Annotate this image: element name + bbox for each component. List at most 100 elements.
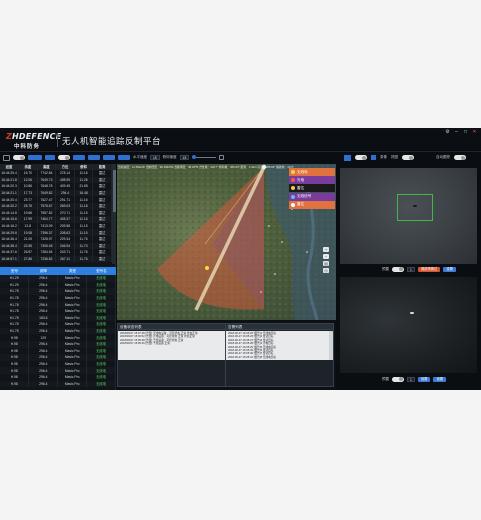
table-row[interactable]: H1.78 296.4 Mavic Pro 无线电 bbox=[0, 288, 116, 295]
table-cell: 雷达 bbox=[92, 229, 112, 236]
table-cell: 409.49 bbox=[55, 183, 75, 190]
track-table-scrollbar[interactable] bbox=[112, 164, 116, 264]
settings-icon[interactable]: ⚙ bbox=[445, 130, 450, 135]
preset-toggle-1[interactable] bbox=[392, 266, 404, 272]
table-row[interactable]: H1.78 296.4 Mavic Pro 无线电 bbox=[0, 307, 116, 315]
legend-item[interactable]: 无线电 bbox=[289, 168, 335, 176]
table-row[interactable]: 16:44:36.4 21.05 7328.97 229.34 11.76 雷达 bbox=[0, 235, 112, 243]
target-col-header[interactable]: 类型 bbox=[58, 269, 87, 274]
record-icon[interactable] bbox=[371, 155, 376, 160]
maximize-icon[interactable]: □ bbox=[463, 130, 468, 135]
toolbar-chip-2[interactable] bbox=[45, 155, 55, 160]
table-row[interactable]: H.98 296.4 Mavic Pro 无线电 bbox=[0, 340, 116, 348]
target-col-header[interactable]: 型号名 bbox=[87, 269, 116, 274]
table-cell: 无线电 bbox=[86, 307, 116, 315]
table-cell: 17.99 bbox=[18, 216, 38, 223]
zoom-in-button[interactable]: + bbox=[323, 247, 329, 252]
zoom-in-icon[interactable] bbox=[219, 155, 225, 160]
table-row[interactable]: H.98 296.4 Mavic Pro 无线电 bbox=[0, 347, 116, 355]
toolbar-chip-4[interactable] bbox=[88, 155, 100, 160]
zoom-slider[interactable] bbox=[192, 155, 217, 159]
table-cell: 11.76 bbox=[74, 235, 94, 243]
zoom-out-button[interactable]: − bbox=[323, 254, 329, 259]
close-icon[interactable]: ✕ bbox=[472, 130, 477, 135]
table-row[interactable]: H1.78 296.4 Mavic Pro 无线电 bbox=[0, 327, 116, 335]
table-row[interactable]: H.98 296.4 Mavic Pro 无线电 bbox=[0, 380, 116, 388]
table-cell: 雷达 bbox=[92, 176, 112, 184]
preset-toggle-2[interactable] bbox=[392, 376, 404, 382]
layer-toggle[interactable] bbox=[58, 155, 70, 160]
legend-dot-icon bbox=[291, 194, 295, 199]
preset-value-1[interactable]: 1 bbox=[407, 266, 415, 272]
alarm-log-scrollbar[interactable] bbox=[329, 331, 333, 360]
toolbar-chip-5[interactable] bbox=[103, 155, 115, 160]
table-row[interactable]: H.98 296.4 Mavic Pro 无线电 bbox=[0, 360, 116, 368]
angle-value[interactable]: 15 bbox=[179, 155, 190, 160]
map-toggle[interactable] bbox=[13, 155, 25, 160]
record-label[interactable]: 录像 bbox=[380, 155, 387, 160]
table-row[interactable]: 16:44:14.8 19.68 7557.82 270.71 11.15 雷达 bbox=[0, 209, 112, 217]
device-log: 设备状态列表 2018/06/27 15:07:48 [告警] 无线电设备：可控… bbox=[117, 323, 232, 387]
table-row[interactable]: 16:44:21.1 17.73 7649.82 294.4 16.48 雷达 bbox=[0, 189, 112, 197]
set-button-2a[interactable]: 设置 bbox=[417, 376, 431, 382]
legend-item[interactable]: 无线信号 bbox=[289, 192, 335, 201]
table-cell: 16:44:36.4 bbox=[0, 235, 20, 243]
table-row[interactable]: 16:44:29.6 19.08 7396.37 208.63 11.15 雷达 bbox=[0, 229, 112, 236]
camera-icon[interactable] bbox=[344, 154, 351, 161]
table-row[interactable]: H1.29 296.4 Mavic Pro 无线电 bbox=[0, 275, 116, 282]
table-cell: H.98 bbox=[0, 354, 30, 361]
target-col-header[interactable]: 型号 bbox=[0, 269, 29, 274]
legend-item[interactable]: 雷达 bbox=[289, 184, 335, 193]
set-preset-button-1[interactable]: 设置 bbox=[443, 266, 456, 272]
table-row[interactable]: H.98 129 Mavic Pro 无线电 bbox=[0, 334, 116, 341]
toolbar-chip-3[interactable] bbox=[73, 155, 85, 160]
table-row[interactable]: 16:44:38.4 22.55 7306.45 246.94 11.73 雷达 bbox=[0, 242, 112, 250]
table-row[interactable]: 16:44:57.1 27.86 7236.82 267.11 11.76 雷达 bbox=[0, 255, 112, 263]
thermal-video-panel[interactable] bbox=[340, 277, 477, 373]
table-row[interactable]: 16:44:15.6 17.99 7464.77 405.37 11.16 雷达 bbox=[0, 216, 112, 223]
table-row[interactable]: 16:44:16.2 21.8 7413.09 209.58 11.15 雷达 bbox=[0, 222, 112, 230]
table-cell: 296.4 bbox=[28, 347, 59, 355]
table-cell: 296.4 bbox=[28, 288, 59, 295]
table-row[interactable]: H1.78 296.4 Mavic Pro 无线电 bbox=[0, 294, 116, 302]
title-bar: ZHDEFENCE 中科防务 无人机智能追踪反制平台 ⚙ – □ ✕ bbox=[0, 128, 481, 152]
table-row[interactable]: 16:44:37.6 26.87 7284.54 243.71 11.76 雷达 bbox=[0, 249, 112, 256]
locate-button[interactable]: ◎ bbox=[323, 268, 329, 273]
log-line: 2018/06/27 15:05:46 [告警] 干扰设备 正常 bbox=[120, 342, 170, 346]
legend-dot-icon bbox=[291, 202, 295, 207]
monitor-icon[interactable] bbox=[3, 154, 10, 161]
table-row[interactable]: H1.78 183.6 Mavic Pro 无线电 bbox=[0, 314, 116, 322]
table-row[interactable]: H.98 296.4 Mavic Pro 无线电 bbox=[0, 373, 116, 381]
legend-item[interactable]: 雷达 bbox=[289, 200, 335, 209]
map-legend: 无线电 光电 雷达 无线信号 雷达 bbox=[289, 168, 335, 209]
table-row[interactable]: H.98 296.4 Mavic Pro 无线电 bbox=[0, 354, 116, 361]
speed-value[interactable]: 15 bbox=[150, 155, 160, 160]
minimize-icon[interactable]: – bbox=[454, 130, 459, 135]
toolbar-chip-1[interactable] bbox=[28, 155, 42, 160]
table-row[interactable]: 16:44:20.2 25.75 7578.67 269.03 11.18 雷达 bbox=[0, 202, 112, 210]
layers-button[interactable]: ▤ bbox=[323, 261, 329, 266]
preset-value-2[interactable]: 1 bbox=[407, 376, 415, 382]
call-preset-button[interactable]: 调用预置位 bbox=[417, 266, 441, 272]
toolbar-chip-6[interactable] bbox=[118, 155, 130, 160]
optical-video-panel[interactable] bbox=[340, 168, 477, 264]
table-cell: Mavic Pro bbox=[57, 373, 88, 381]
video-toggle[interactable] bbox=[355, 155, 367, 160]
table-row[interactable]: H1.29 296.4 Mavic Pro 无线电 bbox=[0, 281, 116, 289]
snapshot-toggle[interactable] bbox=[402, 155, 414, 160]
table-row[interactable]: 16:44:21.8 12.06 7649.73 498.99 11.26 雷达 bbox=[0, 176, 112, 184]
table-row[interactable]: H.98 296.4 Mavic Pro 无线电 bbox=[0, 367, 116, 374]
table-row[interactable]: 16:44:20.4 23.77 7627.47 291.71 11.16 雷达 bbox=[0, 196, 112, 203]
table-row[interactable]: H1.78 296.4 Mavic Pro 无线电 bbox=[0, 301, 116, 308]
table-cell: 7464.77 bbox=[37, 216, 57, 223]
table-row[interactable]: 16:44:25.4 16.70 7742.84 278.14 11.16 雷达 bbox=[0, 170, 112, 177]
set-button-2b[interactable]: 设置 bbox=[433, 376, 447, 382]
auto-track-toggle[interactable] bbox=[454, 155, 466, 160]
snapshot-label[interactable]: 抓图 bbox=[391, 155, 398, 160]
target-col-header[interactable]: 频率 bbox=[29, 269, 58, 274]
table-cell: H.98 bbox=[0, 380, 30, 388]
table-cell: 11.73 bbox=[74, 242, 94, 250]
legend-item[interactable]: 光电 bbox=[289, 176, 335, 185]
table-row[interactable]: H1.78 296.4 Mavic Pro 无线电 bbox=[0, 321, 116, 328]
table-row[interactable]: 16:44:20.3 10.86 7648.78 409.49 21.65 雷达 bbox=[0, 183, 112, 190]
